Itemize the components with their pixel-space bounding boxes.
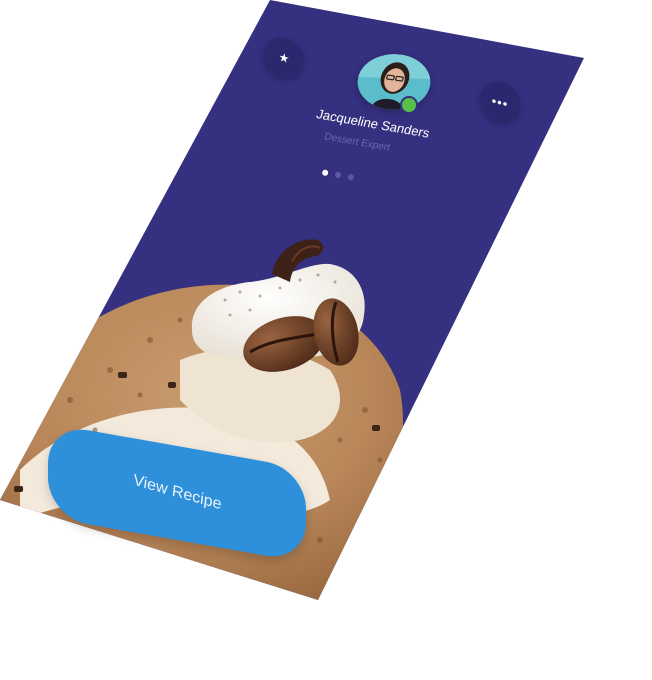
phone-screen bbox=[0, 0, 584, 600]
view-recipe-label: View Recipe bbox=[132, 471, 223, 514]
more-icon: ••• bbox=[490, 92, 510, 112]
online-status-indicator bbox=[400, 96, 418, 114]
app-stage: ★ ••• Jacqueline Sanders Dessert Expert … bbox=[0, 0, 652, 680]
page-dot-1[interactable] bbox=[321, 169, 329, 177]
star-icon: ★ bbox=[277, 49, 291, 67]
page-dot-2[interactable] bbox=[334, 171, 342, 179]
page-dot-3[interactable] bbox=[347, 173, 355, 181]
